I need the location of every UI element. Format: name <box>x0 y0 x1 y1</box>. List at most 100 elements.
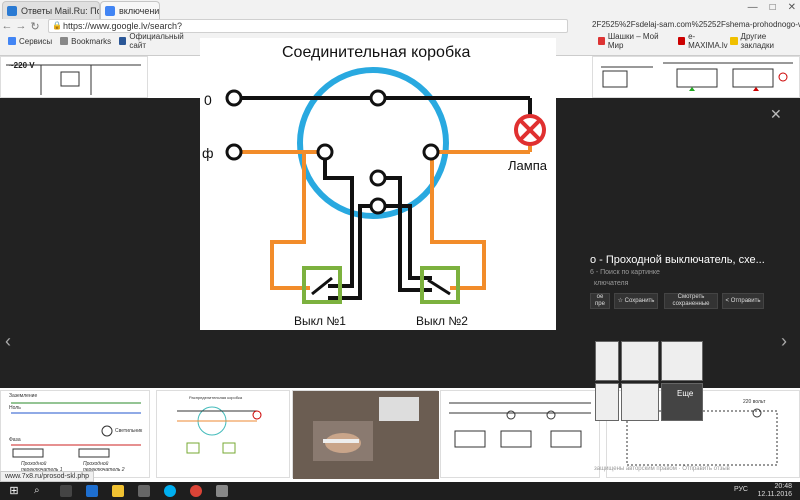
junction-thumb <box>177 406 262 454</box>
window-controls: — □ ✕ <box>748 2 796 13</box>
site-icon <box>119 37 127 45</box>
terminal-zero <box>225 89 243 107</box>
bookmark-services[interactable]: Сервисы <box>8 37 52 46</box>
junction-box-diagram <box>225 67 546 304</box>
tab-mail-answers[interactable]: Ответы Mail.Ru: Помоги × <box>2 1 100 19</box>
url-tail: 2F2525%2Fsdelaj-sam.com%25252Fshema-proh… <box>592 20 800 29</box>
close-icon[interactable]: ✕ <box>770 106 782 123</box>
chrome-icon[interactable] <box>190 485 202 497</box>
skype-icon[interactable] <box>164 485 176 497</box>
button-label: ое пре <box>595 294 605 307</box>
status-bar-url: www.7x8.ru/prosod-skl.php <box>0 471 95 482</box>
back-icon[interactable]: ← <box>0 20 14 32</box>
photo-thumb <box>293 391 439 479</box>
bookmark-label: Другие закладки <box>740 32 774 50</box>
bookmark-label: Официальный сайт <box>129 32 184 50</box>
related-thumb[interactable] <box>661 341 703 381</box>
mymir-icon <box>597 37 605 45</box>
volt-label: 220 вольт <box>743 399 766 405</box>
result-thumb-2[interactable] <box>592 56 800 98</box>
close-window-icon[interactable]: ✕ <box>788 2 796 13</box>
share-button[interactable]: < Отправить <box>722 293 764 309</box>
result-thumb-4[interactable]: Распределительная коробка <box>156 390 290 478</box>
bookmark-others[interactable]: Другие закладки <box>730 32 796 50</box>
neutral-label: Ноль <box>9 405 21 411</box>
related-thumb[interactable] <box>621 341 659 381</box>
windows-taskbar: ⊞ ⌕ РУС 20:48 12.11.2016 <box>0 482 800 500</box>
time: 20:48 <box>774 483 792 490</box>
view-saved-button[interactable]: Смотреть сохраненные <box>664 293 718 309</box>
diagram-title: Соединительная коробка <box>282 44 471 61</box>
related-thumb[interactable] <box>595 341 619 381</box>
phase-label: ф <box>202 145 214 161</box>
switch-2-box <box>420 266 460 304</box>
bookmark-label: Сервисы <box>19 36 53 46</box>
app-icon[interactable] <box>216 485 228 497</box>
result-thumb-5[interactable] <box>292 390 439 479</box>
minimize-icon[interactable]: — <box>748 2 758 13</box>
next-arrow-icon[interactable]: › <box>776 326 792 356</box>
button-label: < Отправить <box>725 297 761 304</box>
more-label[interactable]: Еще <box>677 389 693 398</box>
image-source: 6 - Поиск по картинке <box>590 269 660 276</box>
date: 12.11.2016 <box>757 491 792 498</box>
bookmark-official[interactable]: Официальный сайт <box>119 32 195 50</box>
mailru-icon <box>7 5 17 16</box>
related-thumb[interactable] <box>621 383 659 421</box>
image-source-2: ключателя <box>594 280 629 287</box>
light-label: Светильник <box>115 428 143 434</box>
bookmark-label: e-MAXIMA.lv <box>688 32 728 50</box>
terminal-phase <box>225 143 243 161</box>
related-thumb[interactable] <box>595 383 619 421</box>
windows-start-icon[interactable]: ⊞ <box>8 485 20 497</box>
image-title[interactable]: о - Проходной выключатель, схе... <box>590 254 765 266</box>
address-bar[interactable]: 🔒 https://www.google.lv/search? <box>48 19 568 33</box>
clock[interactable]: 20:48 12.11.2016 <box>757 483 792 499</box>
phase-label: Фаза <box>9 437 21 443</box>
bookmark-emaxima[interactable]: e-MAXIMA.lv <box>677 32 730 50</box>
ground-label: Заземление <box>9 393 38 399</box>
tab-google-search[interactable]: включение с <box>100 1 160 19</box>
google-icon <box>105 5 115 16</box>
button-label: Смотреть сохраненные <box>672 294 710 307</box>
maximize-icon[interactable]: □ <box>770 2 776 13</box>
related-images <box>595 341 705 421</box>
store-icon[interactable] <box>138 485 150 497</box>
apps-icon <box>8 37 16 45</box>
reload-icon[interactable]: ↻ <box>28 20 42 33</box>
maxima-icon <box>677 37 686 45</box>
tab-title: Ответы Mail.Ru: Помоги <box>21 5 99 16</box>
search-icon[interactable]: ⌕ <box>34 485 46 497</box>
url-text: https://www.google.lv/search? <box>63 21 183 31</box>
main-image[interactable]: Соединительная коробка 0 ф Лампа Выкл №1… <box>200 38 556 330</box>
button-label: ☆ Сохранить <box>617 297 655 304</box>
result-thumb-3[interactable]: Заземление Ноль Фаза Светильник Проходно… <box>0 390 150 478</box>
tab-title: включение с <box>119 5 160 16</box>
switch-1-label: Выкл №1 <box>294 314 346 328</box>
switch-2-label: Выкл №2 <box>416 314 468 328</box>
star-icon <box>60 37 69 45</box>
result-thumb-1[interactable]: ~220 V <box>0 56 148 98</box>
forward-icon[interactable]: → <box>14 20 28 32</box>
edge-icon[interactable] <box>86 485 98 497</box>
prev-arrow-icon[interactable]: ‹ <box>0 326 16 356</box>
result-thumb-6[interactable] <box>440 390 600 478</box>
visit-button[interactable]: ое пре <box>590 293 610 309</box>
schematic-thumb <box>449 402 591 448</box>
bookmark-bookmarks[interactable]: Bookmarks <box>60 37 111 46</box>
lock-icon: 🔒 <box>52 21 62 30</box>
bookmark-label: Bookmarks <box>71 36 112 46</box>
save-button[interactable]: ☆ Сохранить <box>614 293 658 309</box>
lamp-label: Лампа <box>508 158 547 173</box>
box-label: Распределительная коробка <box>189 395 243 400</box>
folder-icon <box>730 37 738 45</box>
task-view-icon[interactable] <box>60 485 72 497</box>
circuit-thumb <box>601 62 793 91</box>
language-indicator[interactable]: РУС <box>734 486 748 493</box>
copyright-feedback[interactable]: защищены авторским правом · Отправить от… <box>594 466 730 472</box>
zero-label: 0 <box>204 92 212 108</box>
explorer-icon[interactable] <box>112 485 124 497</box>
bookmark-checkers[interactable]: Шашки – Мой Мир <box>597 32 670 50</box>
voltage-label: ~220 V <box>9 61 35 70</box>
bookmark-label: Шашки – Мой Мир <box>607 32 659 50</box>
